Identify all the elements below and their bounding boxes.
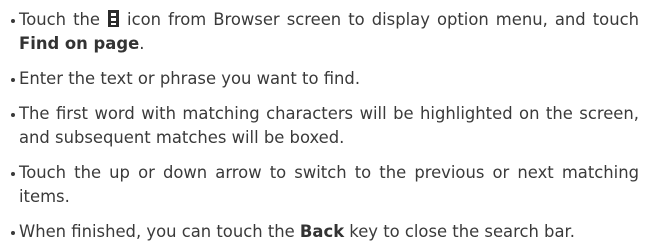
menu-icon <box>108 10 120 27</box>
list-item: Enter the text or phrase you want to fin… <box>11 67 639 91</box>
item-text: Touch the up or down arrow to switch to … <box>19 163 639 206</box>
manual-page: Touch the icon from Browser screen to di… <box>0 0 647 243</box>
item-text: key to close the search bar. <box>344 222 575 241</box>
list-item: Touch the up or down arrow to switch to … <box>11 161 639 209</box>
item-text: . <box>139 34 145 53</box>
bullet-icon <box>11 172 15 176</box>
item-text: The first word with matching characters … <box>19 104 639 147</box>
item-text: Enter the text or phrase you want to fin… <box>19 69 361 88</box>
list-item: The first word with matching characters … <box>11 102 639 150</box>
find-on-page-label: Find on page <box>19 34 140 53</box>
bullet-icon <box>11 78 15 82</box>
bullet-icon <box>11 113 15 117</box>
item-text: icon from Browser screen to display opti… <box>120 10 639 29</box>
bullet-icon <box>11 231 15 235</box>
item-text: Touch the <box>19 10 108 29</box>
list-item: Touch the icon from Browser screen to di… <box>11 8 639 56</box>
list-item: When finished, you can touch the Back ke… <box>11 220 639 244</box>
back-key-label: Back <box>299 222 345 241</box>
item-text: When finished, you can touch the <box>19 222 300 241</box>
instruction-list: Touch the icon from Browser screen to di… <box>11 8 639 244</box>
bullet-icon <box>11 19 15 23</box>
